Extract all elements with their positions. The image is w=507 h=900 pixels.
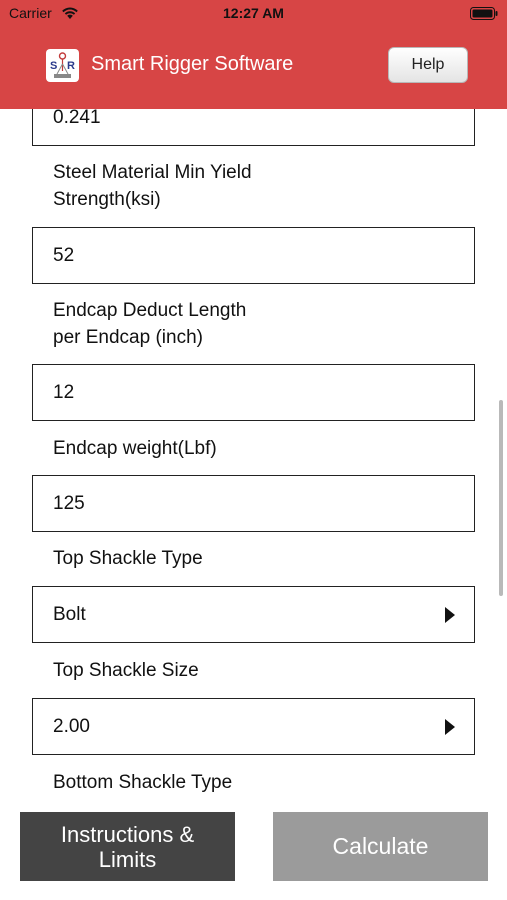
field-value: 12 [53, 382, 75, 403]
field-value: 52 [53, 245, 75, 266]
scrollbar[interactable] [499, 400, 503, 596]
select-value: 2.00 [53, 716, 90, 737]
app-title: Smart Rigger Software [91, 53, 294, 75]
endcap-deduct-field[interactable]: 12 [32, 364, 475, 421]
yield-strength-label-line2: Strength(ksi) [53, 189, 161, 210]
select-value: Bolt [53, 604, 86, 625]
top-shackle-type-label: Top Shackle Type [53, 548, 203, 569]
endcap-weight-label: Endcap weight(Lbf) [53, 438, 217, 459]
endcap-deduct-label: Endcap Deduct Length per Endcap (inch) [53, 297, 246, 351]
endcap-weight-field[interactable]: 125 [32, 475, 475, 532]
yield-strength-field[interactable]: 52 [32, 227, 475, 284]
triangle-right-icon [445, 719, 455, 735]
bottom-shackle-type-label: Bottom Shackle Type [53, 772, 233, 793]
action-bar: Instructions & Limits Calculate [0, 800, 507, 900]
app-screen: 0.241 Steel Material Min Yield Strength(… [0, 0, 507, 900]
instructions-limits-button[interactable]: Instructions & Limits [20, 812, 235, 881]
endcap-deduct-label-line1: Endcap Deduct Length [53, 300, 247, 321]
battery-icon [470, 7, 498, 20]
app-header: Carrier 12:27 AM S R Smart Rigger Softwa… [0, 0, 507, 109]
form-scroll-area[interactable]: 0.241 Steel Material Min Yield Strength(… [0, 0, 507, 900]
yield-strength-label: Steel Material Min Yield Strength(ksi) [53, 159, 252, 213]
top-shackle-type-select[interactable]: Bolt [32, 586, 475, 643]
yield-strength-label-line1: Steel Material Min Yield [53, 162, 252, 183]
status-time: 12:27 AM [223, 5, 284, 21]
calculate-button[interactable]: Calculate [273, 812, 488, 881]
status-bar: Carrier 12:27 AM [0, 0, 507, 30]
triangle-right-icon [445, 607, 455, 623]
app-logo-icon: S R [46, 49, 79, 82]
field-value: 125 [53, 493, 85, 514]
svg-text:S: S [50, 60, 57, 72]
field-value: 0.241 [53, 107, 101, 128]
top-shackle-size-label: Top Shackle Size [53, 660, 199, 681]
help-button[interactable]: Help [388, 47, 468, 83]
svg-text:R: R [67, 60, 75, 72]
top-shackle-size-select[interactable]: 2.00 [32, 698, 475, 755]
endcap-deduct-label-line2: per Endcap (inch) [53, 327, 203, 348]
